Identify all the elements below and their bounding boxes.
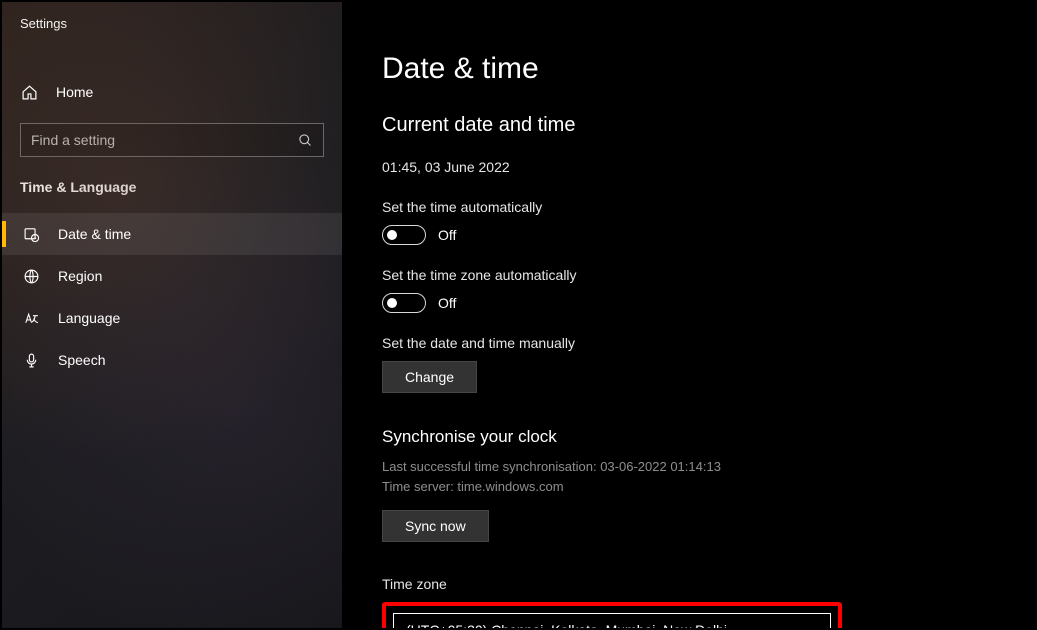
sync-last-text: Last successful time synchronisation: 03… [382, 457, 1035, 477]
timezone-highlight: (UTC+05:30) Chennai, Kolkata, Mumbai, Ne… [382, 602, 842, 628]
auto-timezone-toggle[interactable] [382, 293, 426, 313]
sidebar-item-speech[interactable]: Speech [2, 339, 342, 381]
sidebar-item-language[interactable]: Language [2, 297, 342, 339]
home-button[interactable]: Home [2, 73, 342, 111]
sync-server-text: Time server: time.windows.com [382, 477, 1035, 497]
sidebar-item-date-time[interactable]: Date & time [2, 213, 342, 255]
chevron-down-icon [806, 624, 818, 628]
section-current-datetime: Current date and time [382, 114, 1035, 137]
timezone-value: (UTC+05:30) Chennai, Kolkata, Mumbai, Ne… [406, 622, 727, 628]
sidebar-item-region[interactable]: Region [2, 255, 342, 297]
calendar-clock-icon [22, 225, 40, 243]
auto-timezone-label: Set the time zone automatically [382, 267, 1035, 283]
auto-time-toggle[interactable] [382, 225, 426, 245]
page-title: Date & time [382, 52, 1035, 86]
manual-set-label: Set the date and time manually [382, 335, 1035, 351]
globe-icon [22, 267, 40, 285]
change-button[interactable]: Change [382, 361, 477, 393]
search-input[interactable] [20, 123, 324, 157]
sidebar-item-label: Region [58, 268, 102, 284]
auto-time-label: Set the time automatically [382, 199, 1035, 215]
auto-timezone-state: Off [438, 295, 456, 311]
sync-info: Last successful time synchronisation: 03… [382, 457, 1035, 496]
search-field[interactable] [31, 132, 298, 148]
timezone-dropdown[interactable]: (UTC+05:30) Chennai, Kolkata, Mumbai, Ne… [393, 613, 831, 628]
main-content: Date & time Current date and time 01:45,… [342, 2, 1035, 628]
app-title: Settings [2, 12, 342, 31]
sidebar-item-label: Language [58, 310, 120, 326]
current-datetime-value: 01:45, 03 June 2022 [382, 159, 1035, 175]
timezone-label: Time zone [382, 576, 1035, 592]
search-icon [298, 133, 313, 148]
category-title: Time & Language [2, 157, 342, 213]
microphone-icon [22, 351, 40, 369]
sync-title: Synchronise your clock [382, 427, 1035, 447]
sync-now-button[interactable]: Sync now [382, 510, 489, 542]
sidebar-item-label: Date & time [58, 226, 131, 242]
language-icon [22, 309, 40, 327]
home-label: Home [56, 84, 93, 100]
home-icon [20, 83, 38, 101]
sidebar-item-label: Speech [58, 352, 105, 368]
sidebar: Settings Home Time & Language Date & tim… [2, 2, 342, 628]
auto-time-state: Off [438, 227, 456, 243]
